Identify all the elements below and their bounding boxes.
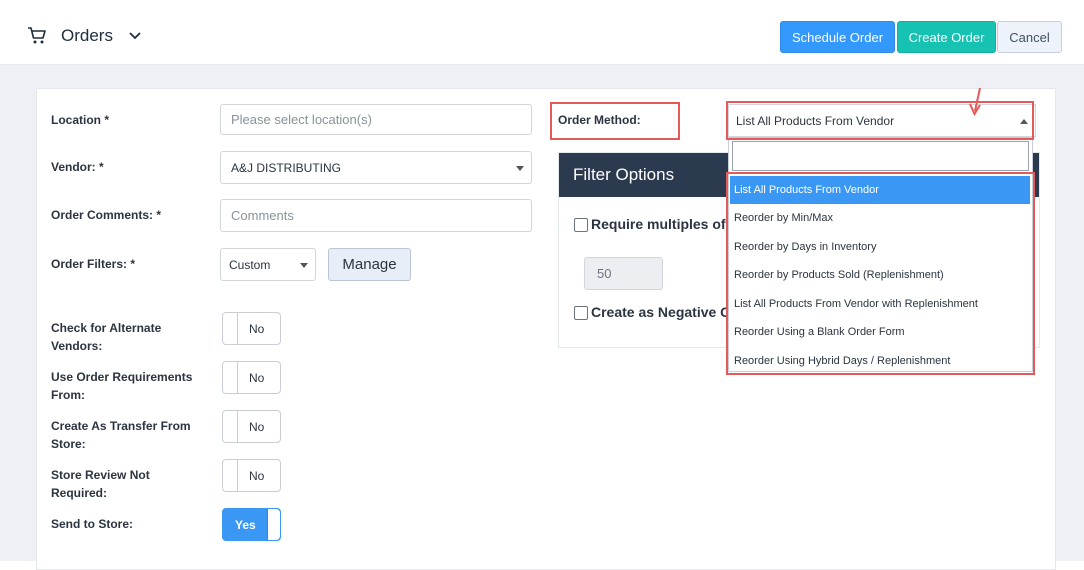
order-requirements-label: Use Order Requirements From:: [51, 370, 193, 402]
store-review-label: Store Review Not Required:: [51, 468, 150, 500]
manage-button[interactable]: Manage: [328, 248, 411, 281]
cart-icon: [28, 27, 46, 44]
highlight-box: [726, 101, 1034, 140]
dropdown-search-input[interactable]: [732, 141, 1029, 171]
schedule-order-button[interactable]: Schedule Order: [780, 21, 895, 53]
create-order-button[interactable]: Create Order: [897, 21, 996, 53]
toggle-knob: [223, 362, 238, 393]
transfer-from-store-label: Create As Transfer From Store:: [51, 419, 191, 451]
vendor-select[interactable]: A&J DISTRIBUTING: [220, 151, 532, 184]
require-multiples-checkbox[interactable]: [574, 218, 588, 232]
multiples-value: 50: [597, 266, 612, 281]
toggle-value: No: [249, 420, 265, 434]
alternate-vendors-toggle[interactable]: No: [222, 312, 281, 345]
alternate-vendors-label: Check for Alternate Vendors:: [51, 321, 162, 353]
caret-down-icon: [516, 165, 524, 171]
order-filters-label: Order Filters: *: [51, 257, 136, 271]
toggle-value: No: [249, 469, 265, 483]
create-negative-label: Create as Negative C: [591, 304, 731, 320]
cancel-button[interactable]: Cancel: [997, 21, 1062, 53]
toggle-knob: [267, 509, 280, 540]
create-negative-checkbox[interactable]: [574, 306, 588, 320]
comments-placeholder: Comments: [231, 208, 294, 223]
order-requirements-toggle[interactable]: No: [222, 361, 281, 394]
transfer-from-store-toggle[interactable]: No: [222, 410, 281, 443]
location-label: Location *: [51, 113, 110, 127]
send-to-store-label: Send to Store:: [51, 517, 134, 531]
toggle-value: No: [249, 322, 265, 336]
order-comments-input[interactable]: Comments: [220, 199, 532, 232]
multiples-input[interactable]: 50: [584, 257, 663, 290]
annotation-arrow-icon: [969, 87, 981, 116]
toggle-knob: [223, 313, 238, 344]
header-bar: Orders Schedule Order Create Order Cance…: [0, 0, 1084, 65]
toggle-knob: [223, 411, 238, 442]
page-title: Orders: [61, 26, 113, 45]
send-to-store-toggle[interactable]: Yes: [222, 508, 281, 541]
highlight-box: [550, 102, 680, 140]
highlight-box: [726, 172, 1035, 375]
toggle-value: Yes: [235, 518, 256, 532]
require-multiples-label: Require multiples of: [591, 216, 726, 232]
location-input[interactable]: Please select location(s): [220, 104, 532, 135]
location-placeholder: Please select location(s): [231, 112, 372, 127]
store-review-toggle[interactable]: No: [222, 459, 281, 492]
caret-down-icon: [300, 262, 308, 268]
order-comments-label: Order Comments: *: [51, 208, 162, 222]
toggle-knob: [223, 460, 238, 491]
toggle-value: No: [249, 371, 265, 385]
chevron-down-icon[interactable]: [128, 31, 142, 41]
vendor-label: Vendor: *: [51, 160, 104, 174]
order-filters-select[interactable]: Custom: [220, 248, 316, 281]
vendor-value: A&J DISTRIBUTING: [231, 160, 342, 175]
order-filters-value: Custom: [229, 257, 271, 272]
